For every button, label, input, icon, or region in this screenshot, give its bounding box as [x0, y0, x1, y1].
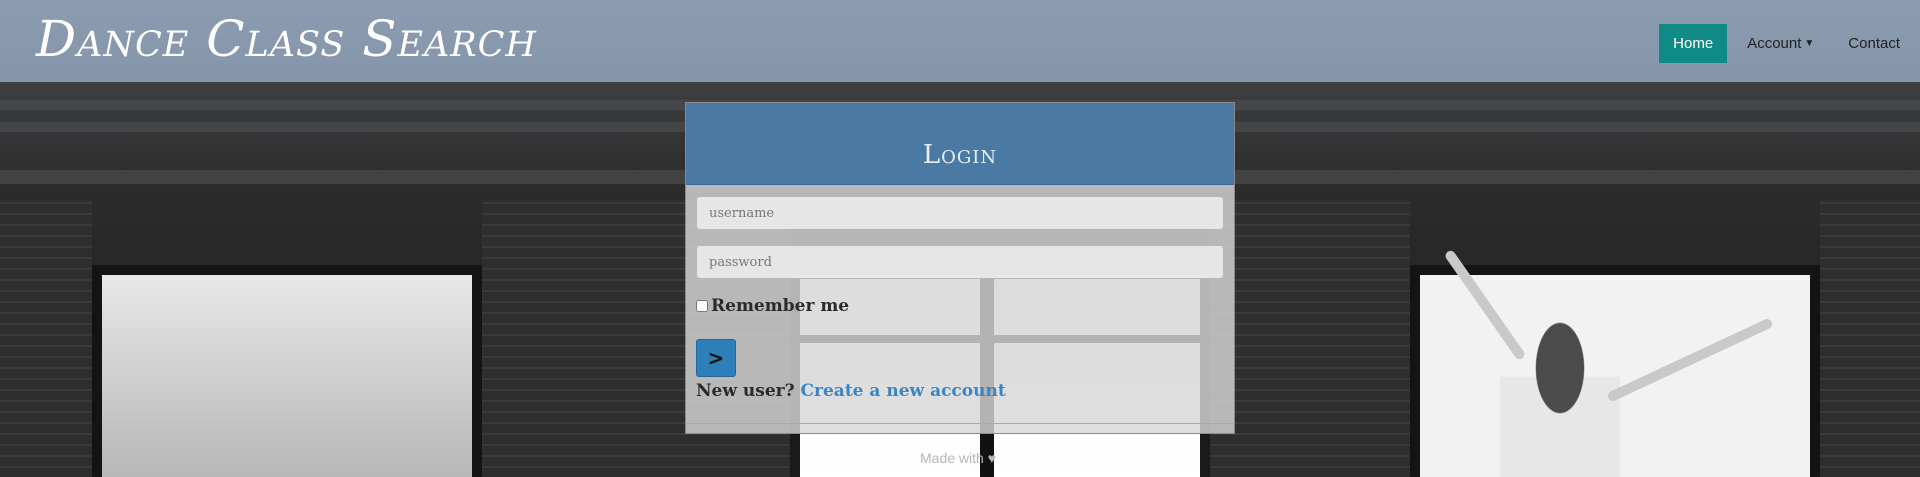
login-card-header: Login: [686, 103, 1234, 185]
nav-account-dropdown[interactable]: Account ▼: [1733, 24, 1828, 63]
made-with-label: Made with: [920, 450, 984, 466]
remember-me[interactable]: Remember me: [696, 296, 849, 316]
remember-me-checkbox[interactable]: [696, 300, 708, 312]
navbar: Dance Class Search Home Account ▼ Contac…: [0, 0, 1920, 82]
login-title: Login: [922, 140, 998, 170]
chevron-right-icon: >: [707, 346, 725, 370]
login-submit-button[interactable]: >: [696, 339, 736, 377]
nav-contact[interactable]: Contact: [1834, 24, 1914, 63]
nav-home-label: Home: [1673, 35, 1714, 52]
create-account-link[interactable]: Create a new account: [801, 381, 1006, 401]
login-card-footer: [686, 423, 1234, 433]
nav-home[interactable]: Home: [1659, 24, 1728, 63]
heart-icon: ♥: [987, 450, 997, 466]
caret-down-icon: ▼: [1804, 38, 1815, 49]
made-with-footer: Made with ♥: [920, 450, 996, 466]
new-user-row: New user? Create a new account: [696, 381, 1006, 401]
new-user-label: New user?: [696, 381, 795, 401]
login-card: Login Remember me > New user? Create a n…: [685, 102, 1235, 434]
password-input[interactable]: [696, 245, 1224, 279]
username-input[interactable]: [696, 196, 1224, 230]
nav-contact-label: Contact: [1848, 35, 1900, 52]
nav-account-label: Account: [1747, 35, 1802, 52]
nav-menu: Home Account ▼ Contact: [1659, 24, 1920, 63]
remember-me-label: Remember me: [711, 296, 850, 316]
brand-title[interactable]: Dance Class Search: [36, 10, 537, 68]
